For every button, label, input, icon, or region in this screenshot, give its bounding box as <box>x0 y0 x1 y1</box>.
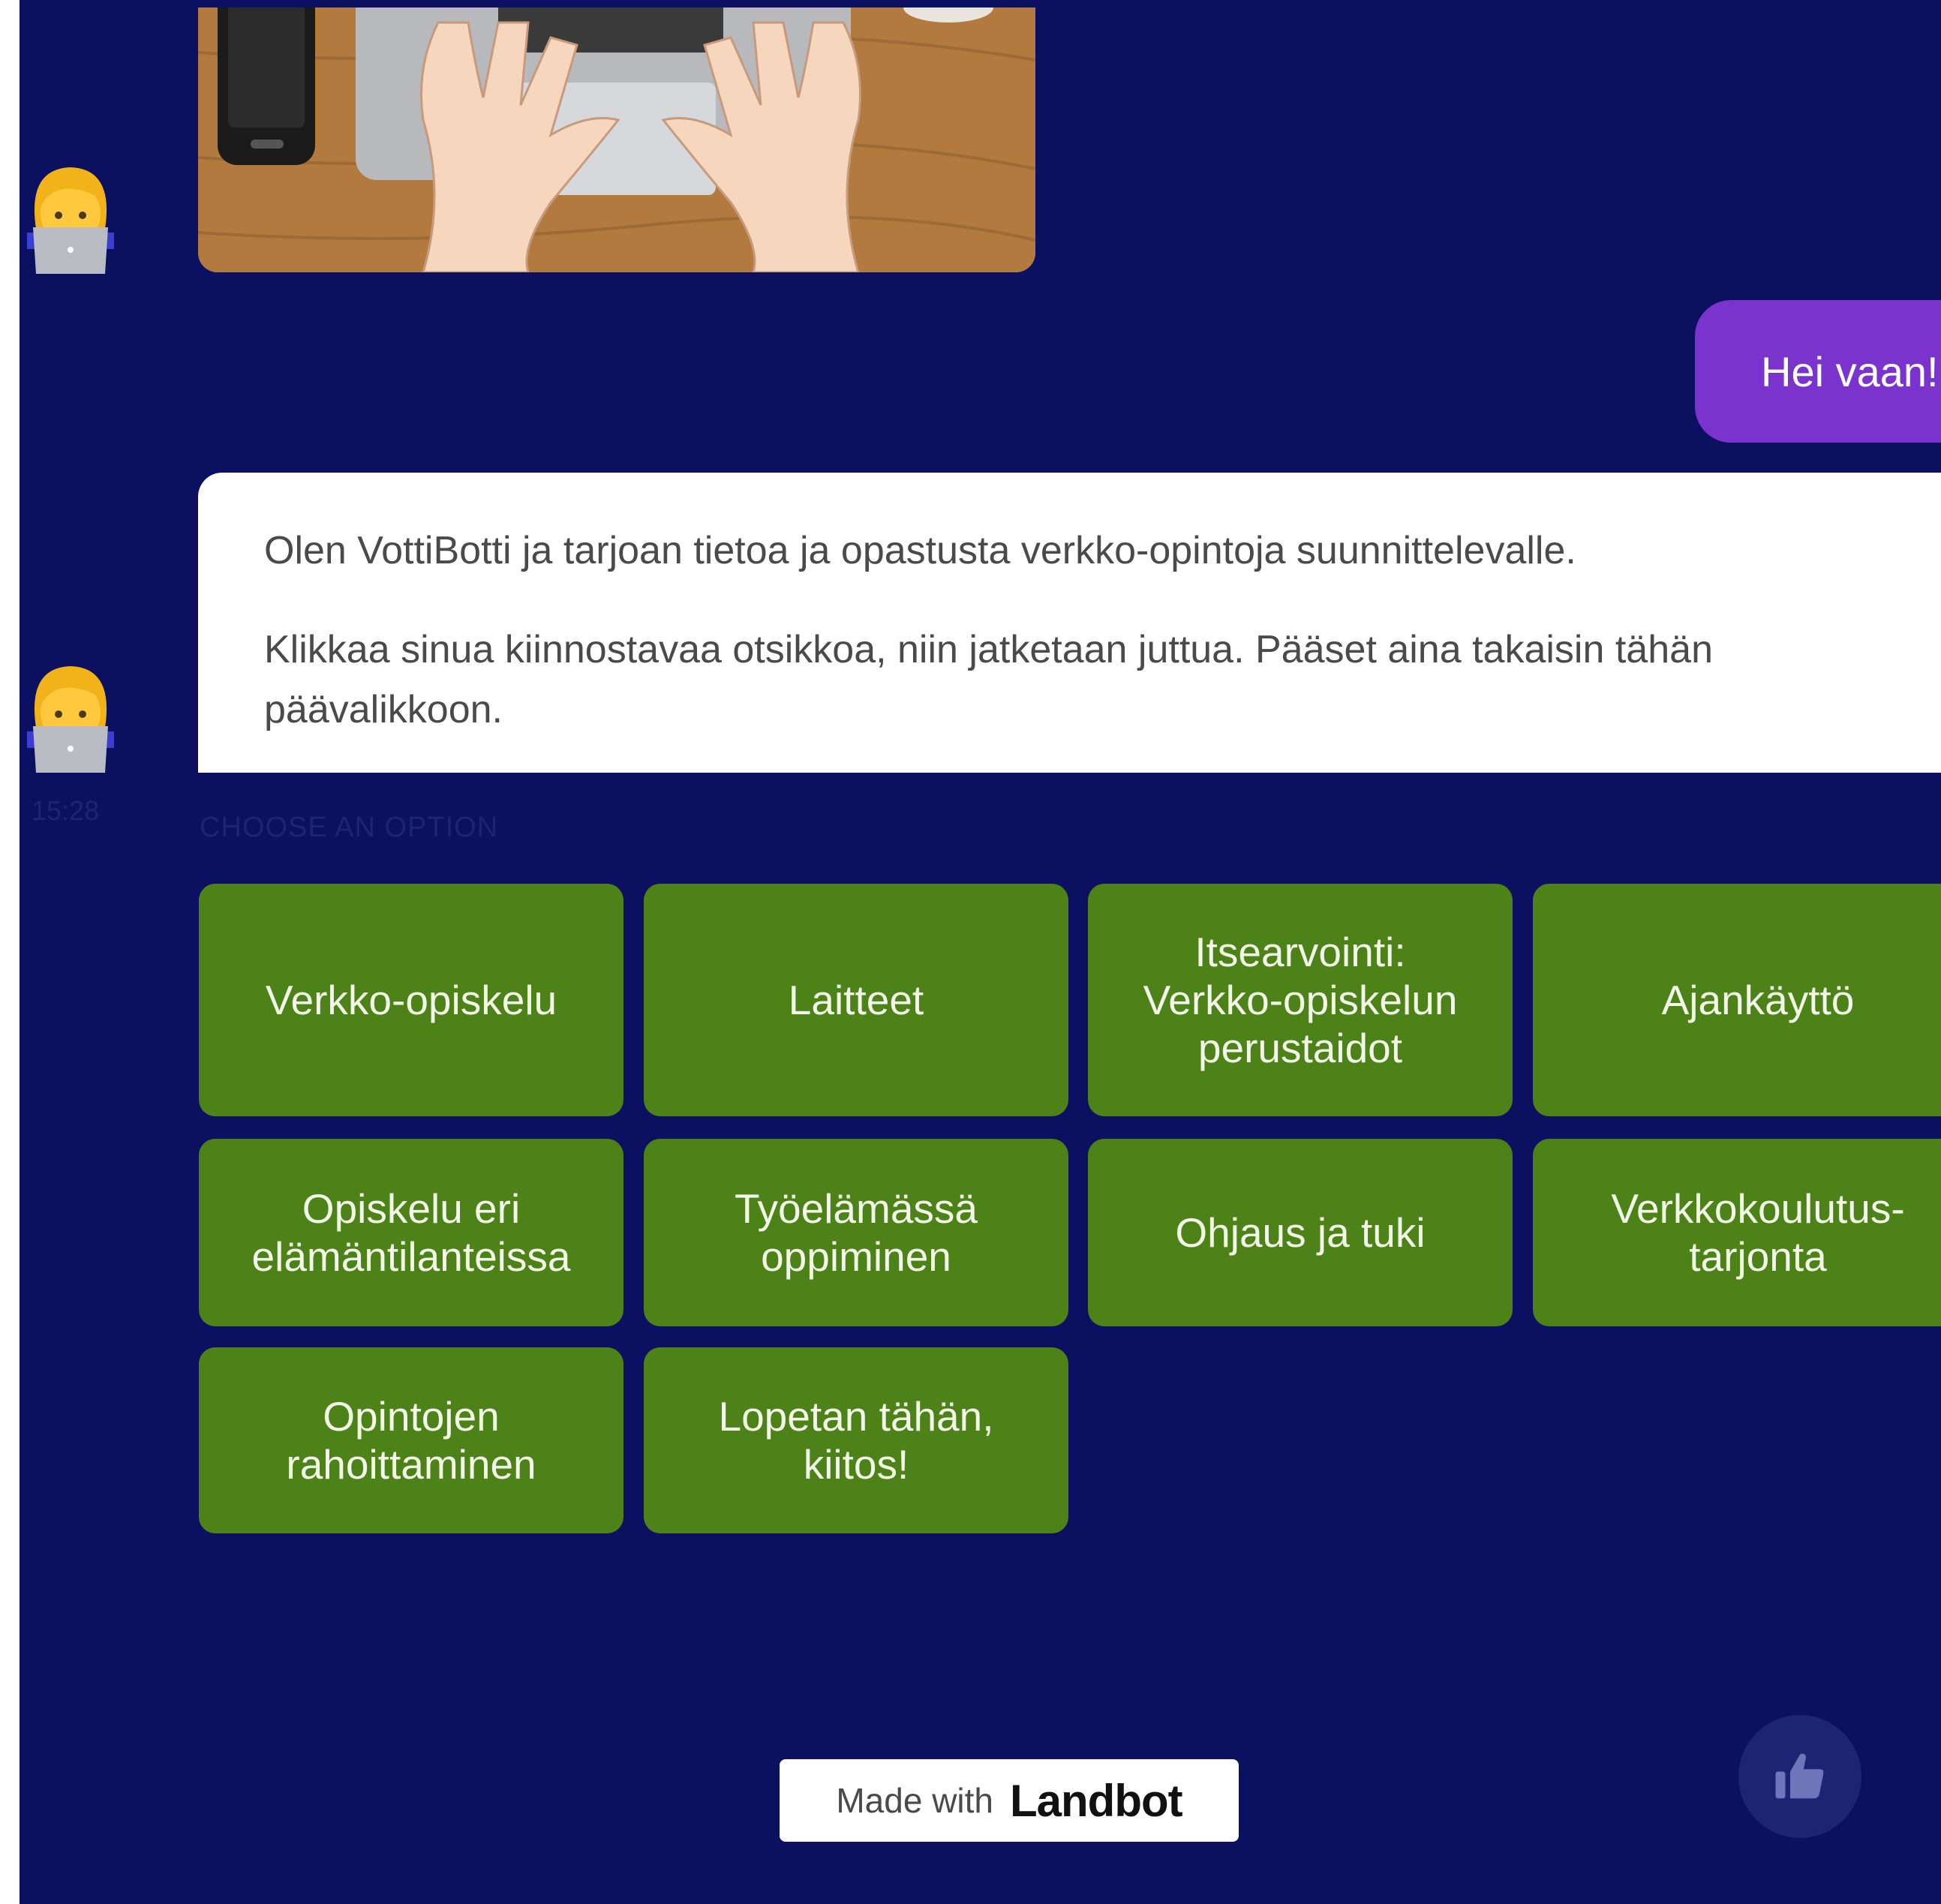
option-button-verkko-opiskelu[interactable]: Verkko-opiskelu <box>199 884 623 1116</box>
bot-message-paragraph: Olen VottiBotti ja tarjoan tietoa ja opa… <box>264 529 1576 572</box>
option-button-itsearvointi[interactable]: Itsearvointi: Verkko-opiskelun perustaid… <box>1088 884 1513 1116</box>
choose-option-label: CHOOSE AN OPTION <box>200 812 499 843</box>
bot-message-bubble: Olen VottiBotti ja tarjoan tietoa ja opa… <box>198 473 1941 773</box>
user-message-bubble: Hei vaan! <box>1695 300 1941 443</box>
user-message-text: Hei vaan! <box>1761 347 1939 395</box>
bot-avatar-icon <box>27 660 114 773</box>
message-timestamp: 15:28 <box>32 795 100 826</box>
option-button-opintojen-rahoittaminen[interactable]: Opintojen rahoittaminen <box>199 1347 623 1533</box>
like-button[interactable] <box>1738 1715 1861 1838</box>
option-button-opiskelu-eri-elamantilanteissa[interactable]: Opiskelu eri elämäntilanteissa <box>199 1139 623 1326</box>
made-with-text: Made with <box>836 1781 994 1820</box>
option-button-tyoelamassa-oppiminen[interactable]: Työelämässä oppiminen <box>644 1139 1068 1326</box>
hands-typing-illustration <box>198 8 1035 272</box>
chat-window: 15:28 Hei vaan! Olen VottiBotti ja tarjo… <box>20 0 1941 1904</box>
made-with-landbot-badge[interactable]: Made with Landbot <box>780 1759 1239 1842</box>
option-button-laitteet[interactable]: Laitteet <box>644 884 1068 1116</box>
option-button-lopetan[interactable]: Lopetan tähän, kiitos! <box>644 1347 1068 1533</box>
bot-avatar-icon <box>27 161 114 274</box>
thumbs-up-icon <box>1775 1753 1824 1799</box>
option-button-verkkokoulutustarjonta[interactable]: Verkkokoulutus- tarjonta <box>1533 1139 1941 1326</box>
landbot-logo: Landbot <box>1010 1775 1183 1826</box>
bot-message-paragraph: Klikkaa sinua kiinnostavaa otsikkoa, nii… <box>264 628 1713 731</box>
option-button-ajankaytto[interactable]: Ajankäyttö <box>1533 884 1941 1116</box>
option-button-ohjaus-ja-tuki[interactable]: Ohjaus ja tuki <box>1088 1139 1513 1326</box>
